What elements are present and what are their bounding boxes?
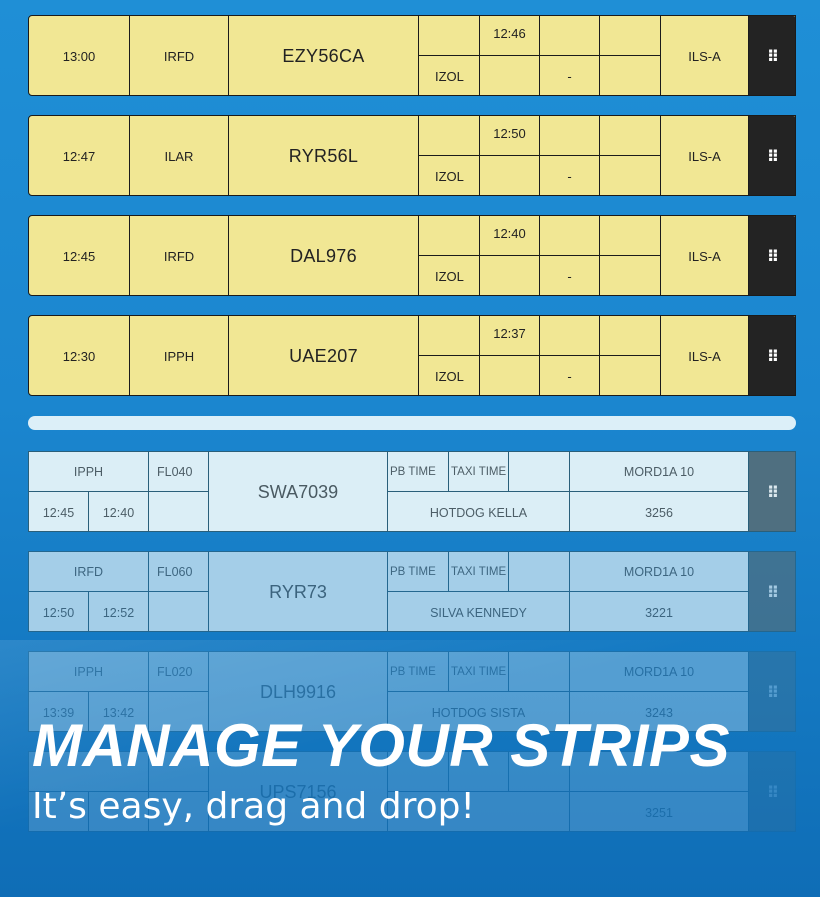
- strip-cell-empty[interactable]: [540, 216, 600, 256]
- strip-cell-empty[interactable]: [600, 316, 661, 356]
- strip-callsign[interactable]: RYR56L: [229, 116, 419, 195]
- strip-cell-empty[interactable]: [480, 156, 540, 195]
- strip-approach[interactable]: ILS-A: [661, 316, 749, 395]
- strip-cell-empty[interactable]: [419, 216, 480, 256]
- strip-cell-empty[interactable]: [480, 56, 540, 95]
- promo-subline: It’s easy, drag and drop!: [32, 786, 475, 827]
- strip-type[interactable]: IPPH: [130, 316, 229, 395]
- drag-handle-icon[interactable]: ⠿: [749, 16, 795, 95]
- strip-approach[interactable]: ILS-A: [661, 216, 749, 295]
- strip-sid[interactable]: MORD1A 10: [570, 552, 749, 592]
- arrival-strip[interactable]: 12:30 IPPH UAE207 12:37 ILS-A ⠿ IZOL -: [28, 315, 796, 396]
- strip-approach[interactable]: ILS-A: [661, 116, 749, 195]
- strip-type[interactable]: IRFD: [29, 552, 149, 592]
- strip-time[interactable]: 12:45: [29, 216, 130, 295]
- strip-flight-level[interactable]: FL020: [149, 652, 209, 692]
- strip-callsign[interactable]: DAL976: [229, 216, 419, 295]
- strip-cell-empty[interactable]: [149, 492, 209, 531]
- drag-handle-icon[interactable]: ⠿: [749, 752, 795, 831]
- strip-cell-empty[interactable]: [600, 116, 661, 156]
- strip-cell-empty[interactable]: [600, 56, 661, 95]
- strip-pb-time[interactable]: PB TIME: [388, 552, 449, 592]
- strip-stand[interactable]: SILVA KENNEDY: [388, 592, 570, 631]
- strip-cell-empty[interactable]: [540, 16, 600, 56]
- strip-time-1[interactable]: 12:50: [29, 592, 89, 631]
- strip-dash[interactable]: -: [540, 56, 600, 95]
- strip-cell-empty[interactable]: [600, 256, 661, 295]
- strip-cell-empty[interactable]: [419, 16, 480, 56]
- strip-flight-level[interactable]: FL060: [149, 552, 209, 592]
- strip-time[interactable]: 12:47: [29, 116, 130, 195]
- strip-dash[interactable]: -: [540, 156, 600, 195]
- strip-type[interactable]: IRFD: [130, 16, 229, 95]
- strip-time-2[interactable]: 12:40: [89, 492, 149, 531]
- drag-handle-icon[interactable]: ⠿: [749, 552, 795, 631]
- strip-time[interactable]: 13:00: [29, 16, 130, 95]
- drag-handle-icon[interactable]: ⠿: [749, 652, 795, 731]
- strip-callsign[interactable]: SWA7039: [209, 452, 388, 531]
- strip-type[interactable]: IPPH: [29, 652, 149, 692]
- strip-time-2[interactable]: 12:52: [89, 592, 149, 631]
- strip-cell-empty[interactable]: [600, 216, 661, 256]
- strip-dash[interactable]: -: [540, 356, 600, 395]
- strip-flight-level[interactable]: FL040: [149, 452, 209, 492]
- strip-cell-empty[interactable]: [540, 116, 600, 156]
- strip-cell-empty[interactable]: [480, 256, 540, 295]
- strip-type[interactable]: ILAR: [130, 116, 229, 195]
- strip-squawk[interactable]: 3251: [570, 792, 749, 831]
- departure-strip[interactable]: IPPH FL040 SWA7039 PB TIME TAXI TIME MOR…: [28, 451, 796, 532]
- drag-handle-icon[interactable]: ⠿: [749, 316, 795, 395]
- strip-cell-empty[interactable]: [480, 356, 540, 395]
- promo-headline: MANAGE YOUR STRIPS: [32, 712, 730, 779]
- strip-squawk[interactable]: 3221: [570, 592, 749, 631]
- drag-handle-icon[interactable]: ⠿: [749, 116, 795, 195]
- app-screen: { "arrivals": [ {"time": "13:00", "type"…: [0, 0, 820, 897]
- strip-sid[interactable]: MORD1A 10: [570, 652, 749, 692]
- strip-cell-empty[interactable]: [419, 316, 480, 356]
- strip-time[interactable]: 12:30: [29, 316, 130, 395]
- strip-cell-empty[interactable]: [600, 156, 661, 195]
- strip-type[interactable]: IPPH: [29, 452, 149, 492]
- strip-stand[interactable]: HOTDOG KELLA: [388, 492, 570, 531]
- arrival-strip[interactable]: 12:47 ILAR RYR56L 12:50 ILS-A ⠿ IZOL -: [28, 115, 796, 196]
- drag-handle-icon[interactable]: ⠿: [749, 216, 795, 295]
- strip-cell-empty[interactable]: [149, 592, 209, 631]
- departure-strip[interactable]: IRFD FL060 RYR73 PB TIME TAXI TIME MORD1…: [28, 551, 796, 632]
- strip-eta[interactable]: 12:46: [480, 16, 540, 56]
- strip-cell-empty[interactable]: [509, 452, 570, 492]
- arrival-strip[interactable]: 12:45 IRFD DAL976 12:40 ILS-A ⠿ IZOL -: [28, 215, 796, 296]
- strip-fix[interactable]: IZOL: [419, 256, 480, 295]
- strip-eta[interactable]: 12:37: [480, 316, 540, 356]
- strip-taxi-time[interactable]: TAXI TIME: [449, 652, 509, 692]
- drag-handle-icon[interactable]: ⠿: [749, 452, 795, 531]
- strip-cell-empty[interactable]: [600, 356, 661, 395]
- strip-cell-empty[interactable]: [600, 16, 661, 56]
- strip-callsign[interactable]: UAE207: [229, 316, 419, 395]
- strip-bay-separator[interactable]: [28, 416, 796, 430]
- arrival-strip[interactable]: 13:00 IRFD EZY56CA 12:46 ILS-A ⠿ IZOL -: [28, 15, 796, 96]
- strip-cell-empty[interactable]: [419, 116, 480, 156]
- strip-eta[interactable]: 12:50: [480, 116, 540, 156]
- strip-time-1[interactable]: 12:45: [29, 492, 89, 531]
- strip-taxi-time[interactable]: TAXI TIME: [449, 552, 509, 592]
- strip-fix[interactable]: IZOL: [419, 56, 480, 95]
- strip-eta[interactable]: 12:40: [480, 216, 540, 256]
- strip-squawk[interactable]: 3256: [570, 492, 749, 531]
- strip-type[interactable]: IRFD: [130, 216, 229, 295]
- strip-callsign[interactable]: EZY56CA: [229, 16, 419, 95]
- strip-cell-empty[interactable]: [509, 552, 570, 592]
- strip-sid[interactable]: MORD1A 10: [570, 452, 749, 492]
- strip-cell-empty[interactable]: [509, 652, 570, 692]
- strip-cell-empty[interactable]: [540, 316, 600, 356]
- strip-fix[interactable]: IZOL: [419, 156, 480, 195]
- strip-approach[interactable]: ILS-A: [661, 16, 749, 95]
- strip-taxi-time[interactable]: TAXI TIME: [449, 452, 509, 492]
- strip-pb-time[interactable]: PB TIME: [388, 652, 449, 692]
- strip-callsign[interactable]: RYR73: [209, 552, 388, 631]
- strip-dash[interactable]: -: [540, 256, 600, 295]
- strip-fix[interactable]: IZOL: [419, 356, 480, 395]
- strip-pb-time[interactable]: PB TIME: [388, 452, 449, 492]
